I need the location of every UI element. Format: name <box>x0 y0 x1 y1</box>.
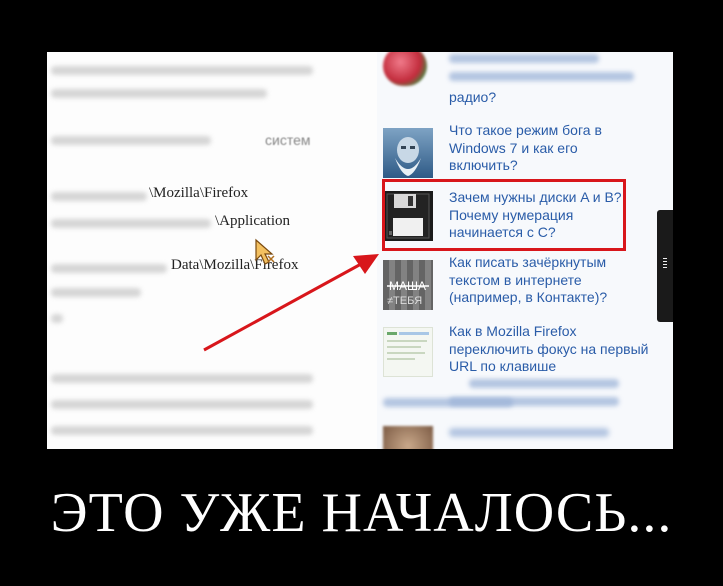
article-path-firefox: \Mozilla\Firefox <box>149 185 249 201</box>
text-line <box>51 426 313 435</box>
text-line <box>383 398 513 407</box>
scroll-handle[interactable] <box>657 210 673 322</box>
text-line <box>51 314 63 323</box>
text-line <box>51 264 167 273</box>
text-line <box>51 374 313 383</box>
demotivator-poster: систем \Mozilla\Firefox \Application Dat… <box>0 0 723 586</box>
related-article-title[interactable]: Что такое режим бога в Windows 7 и как е… <box>449 122 649 175</box>
article-content: систем \Mozilla\Firefox \Application Dat… <box>47 52 377 449</box>
text-line <box>449 428 609 437</box>
text-line <box>51 89 267 98</box>
related-articles-sidebar: ⌃ радио? Что такое режим бога в Windows … <box>377 52 673 449</box>
related-article-item[interactable] <box>383 422 653 449</box>
poster-caption: ЭТО УЖЕ НАЧАЛОСЬ... <box>50 482 673 544</box>
person-thumbnail-icon <box>383 426 433 449</box>
text-line <box>51 136 211 145</box>
article-path-application: \Application <box>215 213 290 229</box>
text-line <box>51 400 313 409</box>
related-article-title[interactable]: Как писать зачёркнутым текстом в интерне… <box>449 254 649 307</box>
text-line <box>51 66 313 75</box>
text-line <box>449 54 599 63</box>
screenshot-frame: систем \Mozilla\Firefox \Application Dat… <box>47 52 673 449</box>
mouse-cursor-icon <box>255 238 275 265</box>
related-article-item[interactable]: Что такое режим бога в Windows 7 и как е… <box>383 122 653 178</box>
god-face-thumbnail-icon <box>383 128 433 178</box>
svg-text:≠ТЕБЯ: ≠ТЕБЯ <box>387 295 422 307</box>
text-line <box>51 219 211 228</box>
radio-thumbnail-icon <box>383 52 427 86</box>
article-text-systems: систем <box>265 132 311 148</box>
related-article-title[interactable]: радио? <box>449 89 649 107</box>
highlight-box <box>382 179 626 251</box>
text-line <box>449 72 634 81</box>
related-article-title[interactable]: Как в Mozilla Firefox переключить фокус … <box>449 323 649 376</box>
text-line <box>51 192 147 201</box>
text-line <box>51 288 141 297</box>
related-article-item[interactable]: радио? <box>383 52 653 105</box>
related-article-item[interactable]: МАША ≠ТЕБЯ Как писать зачёркнутым тексто… <box>383 254 653 310</box>
browser-thumbnail-icon <box>383 327 433 377</box>
strikethrough-thumbnail-icon: МАША ≠ТЕБЯ <box>383 260 433 310</box>
text-line <box>469 379 619 388</box>
